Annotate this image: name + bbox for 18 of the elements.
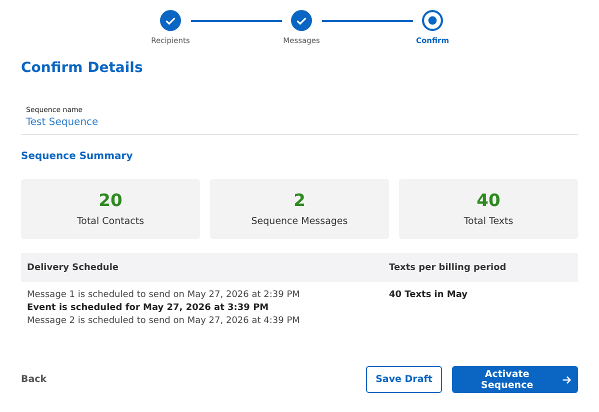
schedule-line: Event is scheduled for May 27, 2026 at 3:39 PM [27, 303, 270, 313]
stat-label: Total Contacts [76, 216, 144, 227]
column-header: Texts per billing period [389, 262, 508, 272]
stat-value: 2 [294, 191, 306, 211]
table-cell: 40 Texts in May [389, 290, 468, 300]
schedule-line: Message 2 is scheduled to send on May 27, 2026 at 4:39 PM [27, 316, 301, 326]
schedule-line: Message 1 is scheduled to send on May 27, 2026 at 2:39 PM [27, 290, 301, 300]
stat-value: 40 [476, 191, 500, 211]
stat-label: Sequence Messages [251, 216, 348, 227]
section-heading: Sequence Summary [21, 151, 134, 162]
save-draft-button[interactable]: Save Draft [366, 366, 442, 393]
column-header: Delivery Schedule [26, 262, 120, 272]
stat-value: 20 [98, 191, 122, 211]
stat-label: Total Texts [464, 216, 514, 227]
page-title: Confirm Details [21, 60, 144, 76]
arrow-right-icon [562, 374, 572, 384]
activate-sequence-button[interactable]: Activate Sequence [452, 366, 578, 393]
back-button[interactable]: Back [21, 370, 47, 389]
